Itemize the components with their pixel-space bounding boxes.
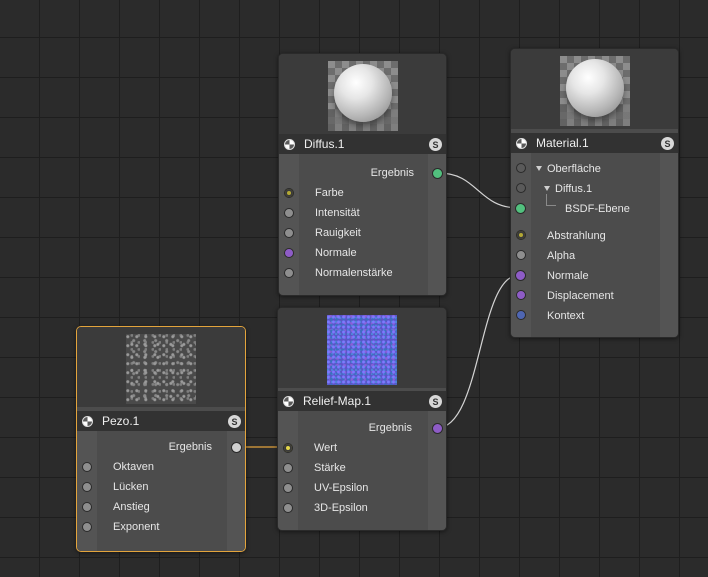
diffus-input-port-rauigkeit[interactable] <box>284 228 294 238</box>
relief-output-port[interactable] <box>432 423 443 434</box>
node-type-icon <box>284 138 295 150</box>
relief-input-port-staerke[interactable] <box>283 463 293 473</box>
material-input-label: Alpha <box>547 250 576 262</box>
relief-input-label: Wert <box>314 442 338 454</box>
node-type-icon <box>283 395 294 407</box>
material-tree-label: BSDF-Ebene <box>565 203 630 215</box>
pezo-input-label: Lücken <box>113 481 149 493</box>
diffus-input-port-normale[interactable] <box>284 248 294 258</box>
diffus-body: Ergebnis Farbe Intensität Rauigkeit Norm… <box>279 154 446 295</box>
material-header[interactable]: Material.1 S <box>511 133 678 153</box>
relief-title: Relief-Map.1 <box>303 394 372 408</box>
pezo-title: Pezo.1 <box>102 414 140 428</box>
material-input-label: Normale <box>547 270 589 282</box>
pezo-input-port-anstieg[interactable] <box>82 502 92 512</box>
diffus-input-port-normalenstaerke[interactable] <box>284 268 294 278</box>
pezo-input-label: Exponent <box>113 521 160 533</box>
pezo-preview <box>77 327 245 407</box>
material-input-port-displacement[interactable] <box>516 290 526 300</box>
relief-input-port-wert[interactable] <box>283 443 293 453</box>
material-input-port-alpha[interactable] <box>516 250 526 260</box>
material-input-port-abstrahlung[interactable] <box>516 230 526 240</box>
node-pezo[interactable]: Pezo.1 S Ergebnis Oktaven Lücken Anstieg… <box>76 326 246 552</box>
pezo-input-port-luecken[interactable] <box>82 482 92 492</box>
pezo-noise-thumbnail <box>126 334 196 404</box>
diffus-input-port-intensitaet[interactable] <box>284 208 294 218</box>
pezo-input-port-exponent[interactable] <box>82 522 92 532</box>
relief-preview <box>278 308 446 388</box>
diffus-preview <box>279 54 446 134</box>
solo-icon[interactable]: S <box>429 395 442 408</box>
wire-relief-to-normale[interactable] <box>436 274 520 429</box>
diffus-output-port[interactable] <box>432 168 443 179</box>
diffus-input-port-farbe[interactable] <box>284 188 294 198</box>
pezo-body: Ergebnis Oktaven Lücken Anstieg Exponent <box>77 431 245 551</box>
relief-body: Ergebnis Wert Stärke UV-Epsilon 3D-Epsil… <box>278 411 446 530</box>
pezo-input-label: Oktaven <box>113 461 154 473</box>
wire-diffus-to-bsdf[interactable] <box>438 172 520 209</box>
material-input-label: Abstrahlung <box>547 230 606 242</box>
pezo-input-port-oktaven[interactable] <box>82 462 92 472</box>
diffus-output-label: Ergebnis <box>370 167 414 179</box>
material-preview <box>511 49 678 129</box>
solo-icon[interactable]: S <box>429 138 442 151</box>
material-input-port-diffus[interactable] <box>516 183 526 193</box>
diffus-input-label: Normalenstärke <box>315 267 393 279</box>
material-input-port-bsdf[interactable] <box>515 203 526 214</box>
material-input-port-oberflaeche[interactable] <box>516 163 526 173</box>
expand-arrow-icon[interactable] <box>536 166 542 171</box>
node-type-icon <box>82 415 93 427</box>
solo-icon[interactable]: S <box>661 137 674 150</box>
diffus-input-label: Normale <box>315 247 357 259</box>
diffus-input-label: Farbe <box>315 187 344 199</box>
material-sphere-thumbnail <box>559 56 630 126</box>
node-relief-map[interactable]: Relief-Map.1 S Ergebnis Wert Stärke UV-E… <box>277 307 447 531</box>
expand-arrow-icon[interactable] <box>544 186 550 191</box>
diffus-sphere-thumbnail <box>327 61 398 131</box>
node-diffus[interactable]: Diffus.1 S Ergebnis Farbe Intensität Rau… <box>278 53 447 296</box>
relief-input-label: 3D-Epsilon <box>314 502 368 514</box>
relief-normalmap-thumbnail <box>327 315 397 385</box>
material-title: Material.1 <box>536 136 589 150</box>
material-input-port-kontext[interactable] <box>516 310 526 320</box>
pezo-header[interactable]: Pezo.1 S <box>77 411 245 431</box>
material-input-port-normale[interactable] <box>515 270 526 281</box>
diffus-title: Diffus.1 <box>304 137 345 151</box>
relief-input-label: Stärke <box>314 462 346 474</box>
material-input-label: Kontext <box>547 310 585 322</box>
node-material[interactable]: Material.1 S Oberfläche Diffus.1 BSDF-Eb… <box>510 48 679 338</box>
relief-input-port-uv-epsilon[interactable] <box>283 483 293 493</box>
diffus-input-label: Rauigkeit <box>315 227 361 239</box>
relief-header[interactable]: Relief-Map.1 S <box>278 391 446 411</box>
material-body: Oberfläche Diffus.1 BSDF-Ebene Abstrahlu… <box>511 153 678 337</box>
pezo-output-label: Ergebnis <box>168 441 212 453</box>
node-type-icon <box>516 137 527 149</box>
diffus-input-label: Intensität <box>315 207 360 219</box>
relief-input-label: UV-Epsilon <box>314 482 369 494</box>
material-input-label: Displacement <box>547 290 614 302</box>
material-tree-label: Diffus.1 <box>555 183 593 195</box>
material-tree-label: Oberfläche <box>547 163 601 175</box>
relief-input-port-3d-epsilon[interactable] <box>283 503 293 513</box>
tree-connector <box>546 194 556 206</box>
diffus-header[interactable]: Diffus.1 S <box>279 134 446 154</box>
pezo-output-port[interactable] <box>231 442 242 453</box>
relief-output-label: Ergebnis <box>368 422 412 434</box>
pezo-input-label: Anstieg <box>113 501 150 513</box>
solo-icon[interactable]: S <box>228 415 241 428</box>
